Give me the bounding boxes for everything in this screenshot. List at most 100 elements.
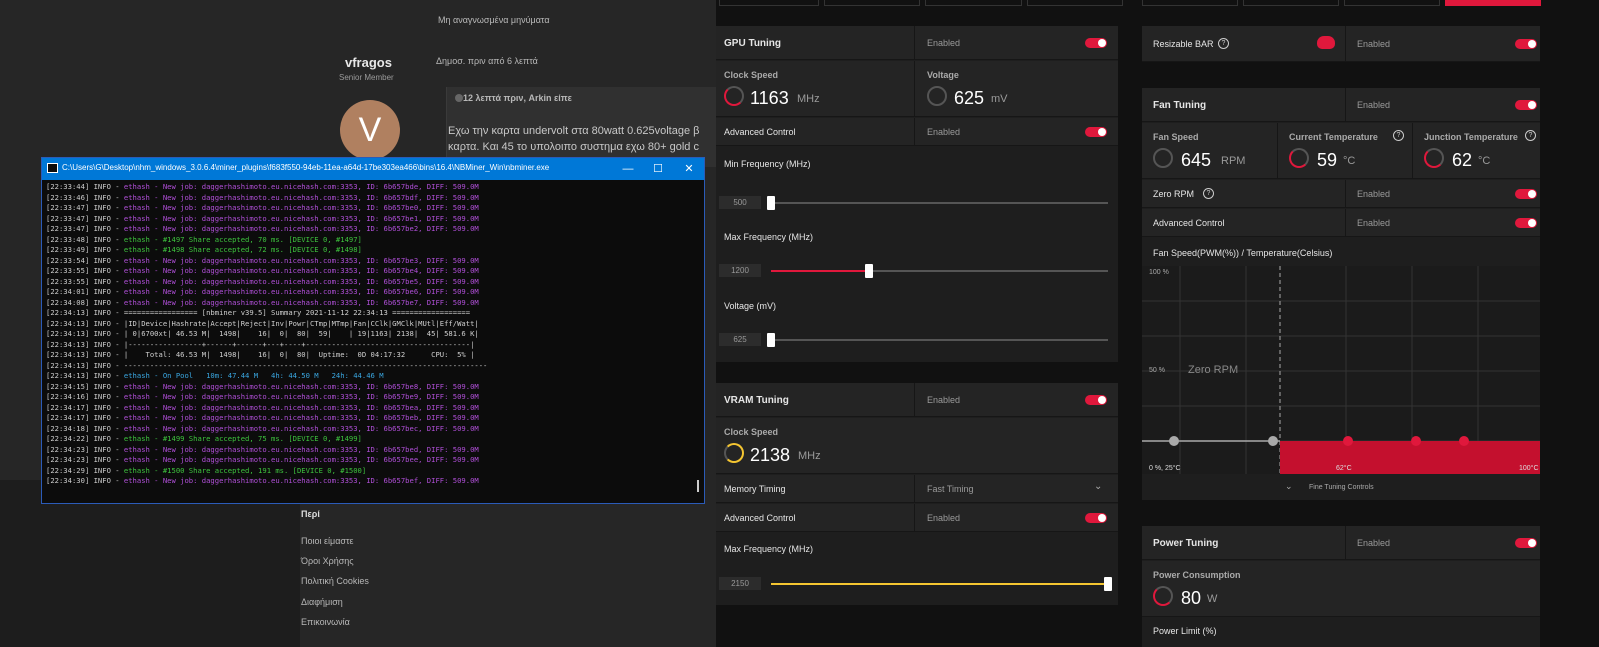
close-icon[interactable]: ✕ — [674, 160, 704, 178]
memory-timing-select[interactable]: Fast Timing — [927, 484, 974, 494]
voltage-track — [771, 339, 1108, 341]
footer-link[interactable]: Όροι Χρήσης — [301, 556, 354, 566]
footer-link[interactable]: Πολιτική Cookies — [301, 576, 369, 586]
toolbar-button[interactable] — [925, 0, 1022, 6]
memory-timing-label: Memory Timing — [724, 484, 786, 494]
vram-advanced-control-label: Advanced Control — [724, 513, 796, 523]
console-line: [22:34:22] INFO - ethash - #1499 Share a… — [46, 434, 362, 443]
vram-tuning-state: Enabled — [927, 395, 961, 405]
nbminer-console-window[interactable]: C:\Users\G\Desktop\nhm_windows_3.0.6.4\m… — [41, 157, 705, 504]
min-frequency-slider[interactable] — [767, 196, 775, 210]
help-icon[interactable]: ? — [1203, 188, 1214, 199]
fan-speed-unit: RPM — [1221, 155, 1246, 167]
voltage-input[interactable]: 625 — [719, 333, 761, 346]
advanced-control-state: Enabled — [927, 127, 961, 137]
console-line: [22:34:17] INFO - ethash - New job: dagg… — [46, 413, 479, 422]
console-line: [22:34:08] INFO - ethash - New job: dagg… — [46, 297, 479, 307]
zero-rpm-toggle[interactable] — [1515, 189, 1537, 199]
resizable-bar-label: Resizable BAR — [1153, 39, 1214, 49]
vram-max-frequency-label: Max Frequency (MHz) — [724, 544, 814, 554]
console-app-icon — [47, 163, 58, 173]
zero-rpm-region-label: Zero RPM — [1188, 364, 1239, 376]
voltage-value: 625 — [954, 88, 985, 108]
curve-point — [1459, 436, 1469, 446]
max-frequency-slider[interactable] — [864, 264, 873, 278]
fan-tuning-header: Fan Tuning Enabled — [1142, 88, 1540, 122]
current-temperature-label: Current Temperature — [1289, 132, 1378, 142]
toolbar-button[interactable] — [1142, 0, 1238, 6]
help-icon[interactable]: ? — [1393, 130, 1404, 141]
vram-max-frequency-slider[interactable] — [1104, 577, 1112, 591]
unread-messages-link[interactable]: Μη αναγνωσμένα μηνύματα — [438, 15, 550, 25]
toolbar-button[interactable] — [719, 0, 819, 6]
gpu-tuning-toggle[interactable] — [1085, 38, 1107, 48]
console-line: [22:34:16] INFO - ethash - New job: dagg… — [46, 392, 479, 401]
vram-tuning-panel: VRAM Tuning Enabled Clock Speed 2138 MHz… — [716, 383, 1118, 605]
console-line: [22:33:49] INFO - ethash - #1498 Share a… — [46, 245, 362, 254]
console-scrollbar[interactable] — [697, 480, 699, 492]
console-titlebar[interactable]: C:\Users\G\Desktop\nhm_windows_3.0.6.4\m… — [42, 158, 704, 180]
footer-link[interactable]: Ποιοι είμαστε — [301, 536, 354, 546]
clock-gauge-icon — [724, 86, 744, 106]
advanced-control-label: Advanced Control — [724, 127, 796, 137]
vram-metrics-row: Clock Speed 2138 MHz — [716, 418, 1118, 474]
console-line: [22:33:47] INFO - ethash - New job: dagg… — [46, 224, 479, 233]
resizable-bar-toggle[interactable] — [1515, 39, 1537, 49]
toolbar-button[interactable] — [1027, 0, 1123, 6]
console-line: [22:34:13] INFO - ================= [nbm… — [46, 308, 471, 317]
avatar[interactable]: V — [340, 100, 400, 160]
current-temperature-value: 59 — [1317, 150, 1338, 170]
vram-advanced-control-row: Advanced Control Enabled — [716, 504, 1118, 532]
toolbar-button[interactable] — [1243, 0, 1339, 6]
min-frequency-input[interactable]: 500 — [719, 196, 761, 209]
console-line: [22:33:54] INFO - ethash - New job: dagg… — [46, 255, 479, 265]
toolbar-button[interactable] — [824, 0, 920, 6]
console-line: [22:34:01] INFO - ethash - New job: dagg… — [46, 287, 479, 296]
chevron-down-icon[interactable]: ⌄ — [1094, 481, 1102, 492]
username[interactable]: vfragos — [345, 55, 392, 70]
fan-metrics-row: Fan Speed 645 RPM Current Temperature ? … — [1142, 123, 1540, 179]
fan-tuning-panel: Fan Tuning Enabled Fan Speed 645 RPM Cur… — [1142, 88, 1540, 500]
resizable-bar-state: Enabled — [1357, 39, 1391, 49]
current-temperature-gauge-icon — [1289, 148, 1309, 168]
quote-header: 12 λεπτά πριν, Arkin είπε — [463, 93, 572, 103]
advanced-control-toggle[interactable] — [1085, 127, 1107, 137]
help-icon[interactable]: ? — [1525, 130, 1536, 141]
clock-speed-unit: MHz — [797, 93, 820, 105]
fan-advanced-control-toggle[interactable] — [1515, 218, 1537, 228]
fan-advanced-control-row: Advanced Control Enabled — [1142, 209, 1540, 237]
junction-temperature-unit: °C — [1478, 155, 1491, 167]
footer-link[interactable]: Επικοινωνία — [301, 617, 350, 627]
apply-button[interactable] — [1445, 0, 1541, 6]
toolbar-button[interactable] — [1344, 0, 1440, 6]
maximize-icon[interactable]: ☐ — [643, 160, 673, 178]
chevron-down-icon[interactable]: ⌄ — [1285, 481, 1293, 492]
voltage-slider[interactable] — [767, 333, 775, 347]
power-limit-label: Power Limit (%) — [1153, 626, 1217, 636]
console-output: [22:33:44] INFO - ethash - New job: dagg… — [46, 182, 696, 498]
gpu-tuning-state: Enabled — [927, 38, 961, 48]
x-axis-end: 100°C — [1519, 465, 1539, 472]
console-line: [22:33:55] INFO - ethash - New job: dagg… — [46, 266, 479, 275]
max-frequency-input[interactable]: 1200 — [719, 264, 761, 277]
vram-clock-unit: MHz — [798, 450, 821, 462]
fan-advanced-control-state: Enabled — [1357, 218, 1391, 228]
post-text-line-2: καρτα. Και 45 το υπολοιπο συστημα εχω 80… — [448, 141, 699, 153]
console-line: [22:34:13] INFO - | 0|6700xt| 46.53 M| 1… — [46, 329, 479, 338]
vram-tuning-toggle[interactable] — [1085, 395, 1107, 405]
fan-tuning-toggle[interactable] — [1515, 100, 1537, 110]
vram-advanced-control-toggle[interactable] — [1085, 513, 1107, 523]
max-frequency-label: Max Frequency (MHz) — [724, 232, 814, 242]
footer-heading: Περί — [301, 509, 320, 519]
console-line: [22:34:23] INFO - ethash - New job: dagg… — [46, 444, 479, 454]
power-tuning-title: Power Tuning — [1153, 538, 1219, 549]
max-frequency-fill — [771, 270, 869, 272]
minimize-icon[interactable]: — — [613, 160, 643, 178]
help-icon[interactable]: ? — [1218, 38, 1229, 49]
footer-link[interactable]: Διαφήμιση — [301, 597, 343, 607]
vram-max-frequency-input[interactable]: 2150 — [719, 577, 761, 590]
fine-tuning-controls-link[interactable]: Fine Tuning Controls — [1309, 484, 1374, 491]
power-tuning-toggle[interactable] — [1515, 538, 1537, 548]
junction-temperature-value: 62 — [1452, 150, 1473, 170]
power-metrics-row: Power Consumption 80 W — [1142, 561, 1540, 617]
